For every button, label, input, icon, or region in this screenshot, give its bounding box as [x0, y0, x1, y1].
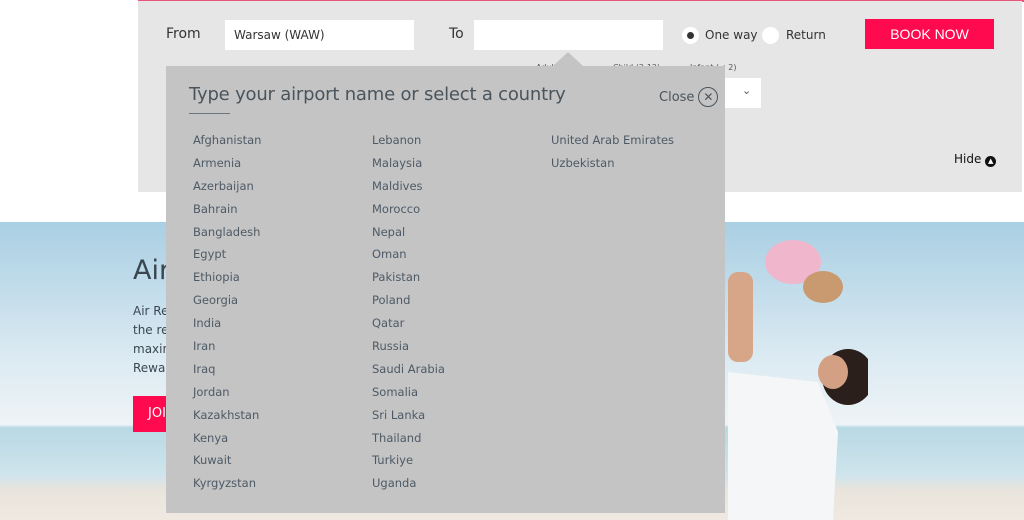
country-option[interactable]: Saudi Arabia [372, 362, 445, 385]
hide-button[interactable]: Hide ▲ [954, 152, 997, 167]
country-column: Afghanistan Armenia Azerbaijan Bahrain Bangl… [193, 133, 261, 499]
country-option[interactable]: India [193, 316, 261, 339]
country-option[interactable]: Sri Lanka [372, 408, 445, 431]
to-input[interactable] [474, 20, 663, 50]
airport-picker-popup: Type your airport name or select a count… [166, 66, 725, 513]
country-option[interactable]: Kyrgyzstan [193, 476, 261, 499]
passenger-select[interactable]: ⌄ [720, 78, 761, 108]
country-option[interactable]: Russia [372, 339, 445, 362]
title-underline [189, 113, 230, 114]
book-now-button[interactable]: BOOK NOW [865, 19, 994, 49]
close-button[interactable]: Close ✕ [659, 87, 719, 107]
from-label: From [166, 26, 201, 42]
chevron-down-icon: ⌄ [742, 84, 752, 97]
chevron-up-circle-icon: ▲ [985, 156, 997, 167]
hero-text-line: the re [133, 323, 169, 337]
country-column: United Arab Emirates Uzbekistan [551, 133, 674, 179]
country-option[interactable]: Iran [193, 339, 261, 362]
family-photo [728, 240, 868, 520]
popup-pointer [553, 52, 583, 66]
country-option[interactable]: Uzbekistan [551, 156, 674, 179]
country-option[interactable]: Thailand [372, 431, 445, 454]
country-option[interactable]: Nepal [372, 225, 445, 248]
country-option[interactable]: Turkiye [372, 453, 445, 476]
close-icon: ✕ [698, 87, 719, 107]
country-option[interactable]: Ethiopia [193, 270, 261, 293]
country-option[interactable]: Pakistan [372, 270, 445, 293]
country-option[interactable]: Iraq [193, 362, 261, 385]
return-radio[interactable] [762, 27, 779, 44]
country-option[interactable]: Afghanistan [193, 133, 261, 156]
country-option[interactable]: Jordan [193, 385, 261, 408]
country-option[interactable]: Kenya [193, 431, 261, 454]
country-column: Lebanon Malaysia Maldives Morocco Nepal Oman P… [372, 133, 445, 499]
country-option[interactable]: Poland [372, 293, 445, 316]
country-option[interactable]: Uganda [372, 476, 445, 499]
country-option[interactable]: Bangladesh [193, 225, 261, 248]
country-option[interactable]: Armenia [193, 156, 261, 179]
hide-label: Hide [954, 152, 982, 166]
one-way-radio[interactable] [682, 27, 699, 44]
country-option[interactable]: Morocco [372, 202, 445, 225]
country-option[interactable]: Kazakhstan [193, 408, 261, 431]
popup-title: Type your airport name or select a count… [189, 84, 566, 105]
hero-text-line: Rewar [133, 361, 171, 375]
country-option[interactable]: Malaysia [372, 156, 445, 179]
country-option[interactable]: Azerbaijan [193, 179, 261, 202]
close-label: Close [659, 89, 695, 105]
from-input[interactable]: Warsaw (WAW) [225, 20, 414, 50]
country-option[interactable]: Bahrain [193, 202, 261, 225]
country-option[interactable]: Georgia [193, 293, 261, 316]
hero-title: Air [133, 255, 171, 286]
country-option[interactable]: Oman [372, 247, 445, 270]
one-way-label: One way [705, 28, 758, 42]
country-option[interactable]: United Arab Emirates [551, 133, 674, 156]
return-label: Return [786, 28, 826, 42]
country-option[interactable]: Lebanon [372, 133, 445, 156]
hero-text-line: maxin [133, 342, 171, 356]
country-option[interactable]: Maldives [372, 179, 445, 202]
country-option[interactable]: Somalia [372, 385, 445, 408]
hero-text-line: Air Re [133, 304, 169, 318]
to-label: To [449, 26, 464, 42]
country-option[interactable]: Egypt [193, 247, 261, 270]
country-option[interactable]: Kuwait [193, 453, 261, 476]
country-option[interactable]: Qatar [372, 316, 445, 339]
